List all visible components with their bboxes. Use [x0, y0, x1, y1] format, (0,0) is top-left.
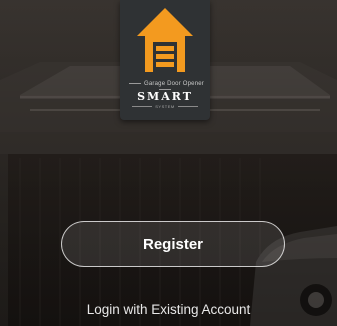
register-button[interactable]: Register [61, 221, 285, 267]
login-existing-account-link[interactable]: Login with Existing Account [0, 302, 337, 317]
garage-house-icon [137, 8, 193, 72]
app-logo: Garage Door Opener SMART SYSTEM [120, 0, 210, 120]
logo-tagline: SYSTEM [120, 104, 210, 109]
register-button-label: Register [142, 235, 204, 253]
logo-title: SMART [137, 90, 193, 103]
